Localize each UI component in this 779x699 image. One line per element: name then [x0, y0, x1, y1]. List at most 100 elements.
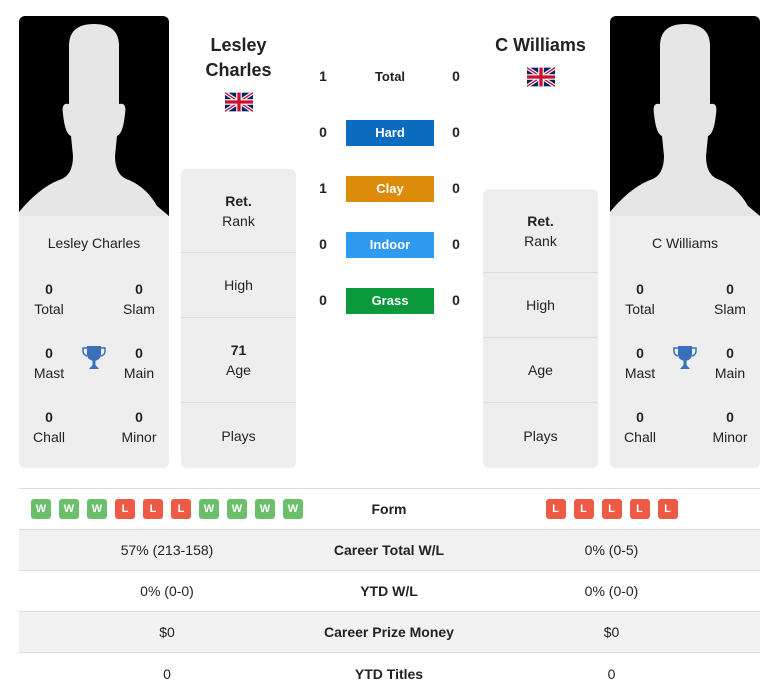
age-label: Age: [226, 362, 251, 378]
stat-right-value: 0% (0-5): [584, 542, 639, 558]
stats-row: 0% (0-0) YTD W/L 0% (0-0): [19, 571, 760, 612]
h2h-left-value: 0: [319, 236, 327, 252]
titles-total: 0 Total: [34, 281, 64, 317]
rank-row: Ret. Rank: [483, 189, 598, 273]
stat-right-value: $0: [603, 624, 620, 640]
plays-row: Plays: [181, 403, 296, 468]
stats-row: $0 Career Prize Money $0: [19, 612, 760, 653]
stat-right-value: 0% (0-0): [584, 583, 639, 599]
h2h-hard-row: 0 Hard 0: [300, 120, 480, 146]
form-win-badge[interactable]: W: [255, 499, 275, 519]
stat-left-value: $0: [159, 624, 175, 640]
player-name-line1: C Williams: [495, 35, 586, 55]
titles-grid: 0 Total 0 Slam 0 Mast 0 Main 0 Chall 0 Minor: [610, 255, 760, 455]
titles-main: 0 Main: [123, 345, 155, 381]
player-card-name: C Williams: [651, 235, 719, 251]
h2h-left-value: 0: [319, 292, 327, 308]
h2h-right-value: 0: [452, 124, 460, 140]
h2h-label: Total: [374, 69, 406, 84]
rank-label: Rank: [222, 212, 255, 229]
form-loss-badge[interactable]: L: [545, 499, 566, 519]
surface-clay-badge[interactable]: Clay: [346, 176, 434, 202]
titles-slam: 0 Slam: [123, 281, 155, 317]
high-label: High: [526, 297, 555, 313]
age-row: 71 Age: [181, 318, 296, 403]
rank-value: Ret.: [527, 212, 554, 229]
player-name-right[interactable]: C Williams: [482, 33, 599, 58]
h2h-total-row: 1 Total 0: [300, 64, 480, 90]
surface-indoor-badge[interactable]: Indoor: [346, 232, 434, 258]
age-label: Age: [528, 362, 553, 378]
rank-value: Ret.: [225, 192, 252, 209]
row-label: Career Total W/L: [333, 542, 445, 558]
h2h-clay-row: 1 Clay 0: [300, 176, 480, 202]
h2h-right-value: 0: [452, 180, 460, 196]
high-row: High: [483, 273, 598, 338]
player-photo[interactable]: [610, 16, 760, 216]
high-row: High: [181, 253, 296, 318]
titles-minor: 0 Minor: [121, 409, 157, 445]
plays-row: Plays: [483, 403, 598, 468]
row-label: YTD Titles: [354, 665, 424, 682]
player-photo[interactable]: [19, 16, 169, 216]
titles-minor: 0 Minor: [712, 409, 748, 445]
h2h-indoor-row: 0 Indoor 0: [300, 232, 480, 258]
form-win-badge[interactable]: W: [87, 499, 107, 519]
form-loss-badge[interactable]: L: [143, 499, 163, 519]
stat-left-value: 0% (0-0): [140, 583, 194, 599]
stats-row: 0 YTD Titles 0: [19, 653, 760, 694]
form-loss-badge[interactable]: L: [171, 499, 191, 519]
form-loss-badge[interactable]: L: [657, 499, 678, 519]
player-card-right: C Williams 0 Total 0 Slam 0 Mast 0 Main 0 Cha…: [610, 16, 760, 468]
age-row: Age: [483, 338, 598, 403]
surface-grass-badge[interactable]: Grass: [346, 288, 434, 314]
plays-label: Plays: [221, 427, 256, 444]
form-win-badge[interactable]: W: [283, 499, 303, 519]
h2h-left-value: 1: [319, 180, 327, 196]
titles-grid: 0 Total 0 Slam 0 Mast 0 Main 0 Chall 0 Minor: [19, 255, 169, 455]
player-name-left[interactable]: Lesley Charles: [180, 33, 297, 83]
rank-box-left: Ret. Rank High 71 Age Plays: [181, 169, 296, 468]
avatar-silhouette-icon: [19, 24, 169, 216]
form-win-badge[interactable]: W: [227, 499, 247, 519]
row-label: Form: [371, 501, 407, 517]
gb-flag-icon: [225, 92, 253, 112]
player-name-line2: Charles: [205, 60, 272, 80]
age-value: 71: [230, 342, 247, 358]
trophy-icon: [673, 346, 697, 369]
h2h-right-value: 0: [452, 68, 460, 84]
titles-slam: 0 Slam: [714, 281, 746, 317]
h2h-grass-row: 0 Grass 0: [300, 288, 480, 314]
form-row: WWWLLLWWWW Form LLLLL: [19, 489, 760, 530]
plays-label: Plays: [523, 427, 558, 444]
titles-total: 0 Total: [625, 281, 655, 317]
h2h-left-value: 0: [319, 124, 327, 140]
titles-mast: 0 Mast: [33, 345, 65, 381]
form-loss-badge[interactable]: L: [573, 499, 594, 519]
rank-row: Ret. Rank: [181, 169, 296, 253]
high-label: High: [224, 277, 253, 293]
form-loss-badge[interactable]: L: [601, 499, 622, 519]
form-loss-badge[interactable]: L: [629, 499, 650, 519]
row-label: YTD W/L: [360, 583, 418, 599]
titles-chall: 0 Chall: [33, 409, 65, 445]
surface-hard-badge[interactable]: Hard: [346, 120, 434, 146]
h2h-right-value: 0: [452, 292, 460, 308]
rank-label: Rank: [524, 232, 557, 249]
avatar-silhouette-icon: [610, 24, 760, 216]
stat-left-value: 57% (213-158): [120, 542, 214, 558]
stats-row: 57% (213-158) Career Total W/L 0% (0-5): [19, 530, 760, 571]
rank-box-right: Ret. Rank High Age Plays: [483, 189, 598, 468]
player-card-name: Lesley Charles: [47, 235, 141, 251]
player-name-line1: Lesley: [210, 35, 267, 55]
stats-table: WWWLLLWWWW Form LLLLL 57% (213-158) Care…: [19, 488, 760, 694]
h2h-left-value: 1: [319, 68, 327, 84]
form-win-badge[interactable]: W: [199, 499, 219, 519]
form-win-badge[interactable]: W: [31, 499, 51, 519]
form-loss-badge[interactable]: L: [115, 499, 135, 519]
titles-main: 0 Main: [714, 345, 746, 381]
player-card-left: Lesley Charles 0 Total 0 Slam 0 Mast 0 Main …: [19, 16, 169, 468]
trophy-icon: [82, 346, 106, 369]
titles-mast: 0 Mast: [624, 345, 656, 381]
form-win-badge[interactable]: W: [59, 499, 79, 519]
